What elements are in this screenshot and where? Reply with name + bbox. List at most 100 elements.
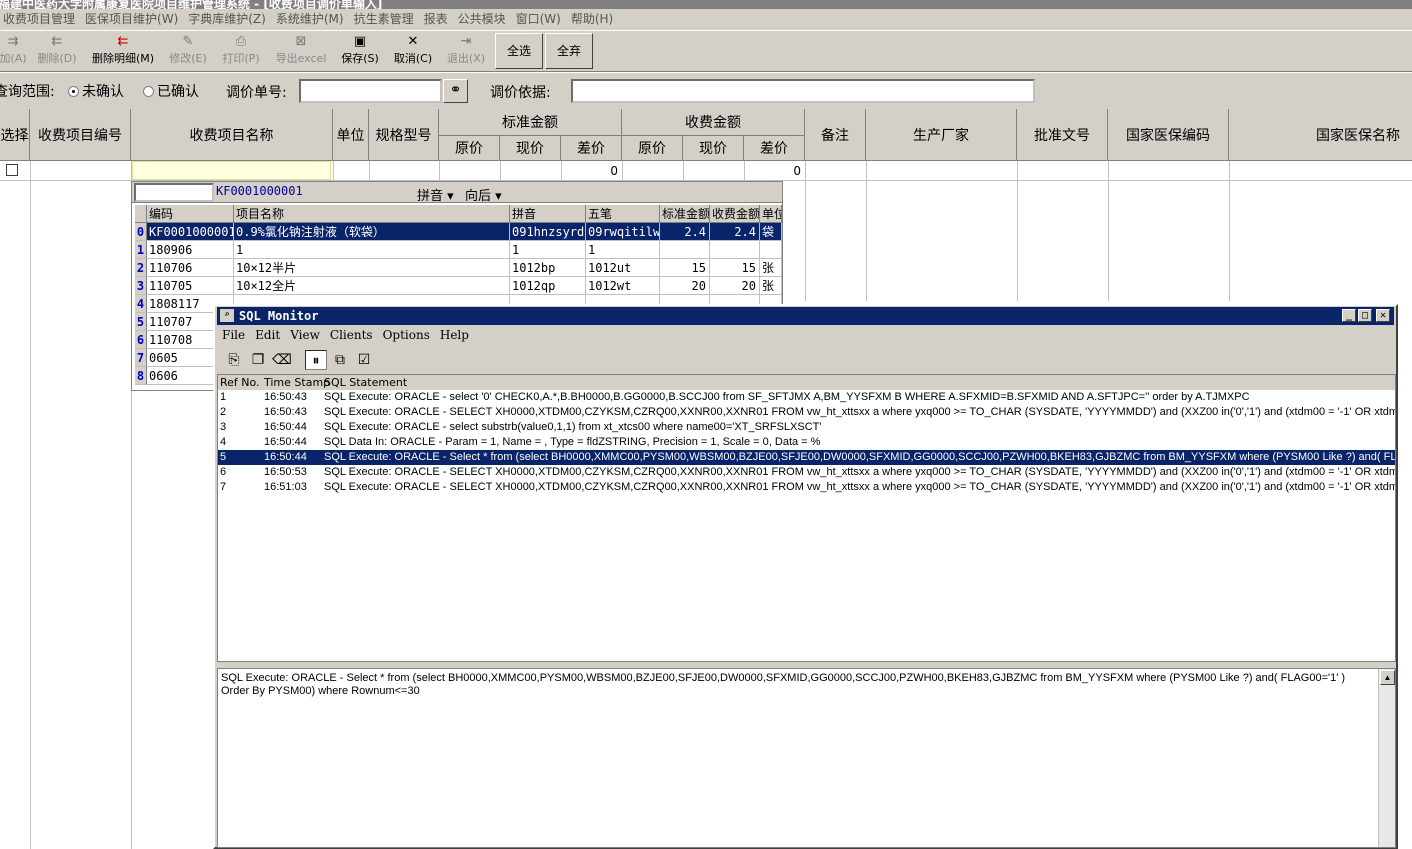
col-item-name[interactable]: 收费项目名称 [131,109,333,161]
col-time-stamp[interactable]: Time Stamp [264,375,330,390]
sql-log-row[interactable]: 5 16:50:44 SQL Execute: ORACLE - Select * … [218,450,1395,465]
window-title-bar: 福建中医药大学附属康复医院项目维护管理系统 - [收费项目调价单输入] [0,0,1412,9]
sql-log-ref: 7 [220,481,227,493]
confirmed-radio[interactable]: 已确认 [143,81,199,101]
delete-detail-button[interactable]: ⇇ 删除明细(M) [86,34,160,70]
export-excel-button[interactable]: ⊠ 导出excel [270,34,332,70]
lookup-cell-unit: 张 [760,259,782,277]
basis-input[interactable] [571,79,1035,103]
order-no-input[interactable] [299,79,442,103]
sql-menu-view[interactable]: View [285,326,325,344]
sort-dropdown[interactable]: 拼音 ▾ [417,185,454,204]
sql-log-row[interactable]: 4 16:50:44 SQL Data In: ORACLE - Param = 1… [218,435,1395,450]
col-std-orig[interactable]: 原价 [439,136,500,161]
sql-log-row[interactable]: 6 16:50:53 SQL Execute: ORACLE - SELECT XH… [218,465,1395,480]
lookup-search-input[interactable] [134,183,214,202]
select-all-button[interactable]: 全选 [495,33,543,69]
save-button[interactable]: ▣ 保存(S) [336,34,384,70]
lookup-row-index: 7 [135,349,147,367]
menu-help[interactable]: 帮助(H) [566,9,618,28]
sql-log-row[interactable]: 2 16:50:43 SQL Execute: ORACLE - SELECT XH… [218,405,1395,420]
menu-system[interactable]: 系统维护(M) [271,9,349,28]
lookup-cell-name: 1 [234,241,510,259]
exit-door-icon: ⇥ [460,34,472,49]
window-icon[interactable]: ⧉ [329,350,351,370]
col-spec[interactable]: 规格型号 [369,109,439,161]
col-approval-no[interactable]: 批准文号 [1017,109,1108,161]
menu-antibiotics[interactable]: 抗生素管理 [349,9,419,28]
clear-icon[interactable]: ⌫ [271,350,293,370]
print-button[interactable]: ⎙ 打印(P) [218,34,264,70]
lookup-col-wubi: 五笔 [586,205,660,223]
close-icon: ✕ [407,34,419,49]
sql-monitor-window: ⌕ SQL Monitor _ □ ✕ File Edit View Clients O… [213,304,1398,849]
sql-menu-edit[interactable]: Edit [250,326,285,344]
deselect-all-button[interactable]: 全弃 [545,33,593,69]
radio-unchecked-icon [143,86,154,97]
sql-menu-options[interactable]: Options [378,326,435,344]
col-fee-cur[interactable]: 现价 [683,136,744,161]
sql-log-row[interactable]: 3 16:50:44 SQL Execute: ORACLE - select su… [218,420,1395,435]
col-std-diff[interactable]: 差价 [561,136,622,161]
delete-button[interactable]: ⇇ 删除(D) [34,34,80,70]
sql-menu-help[interactable]: Help [435,326,474,344]
col-ref-no[interactable]: Ref No. [220,375,260,390]
maximize-icon[interactable]: □ [1358,309,1372,322]
pause-icon[interactable]: ⏸ [305,350,327,370]
cancel-button[interactable]: ✕ 取消(C) [388,34,438,70]
lookup-cell-unit [760,241,782,259]
menu-charge-items[interactable]: 收费项目管理 [0,9,80,28]
sql-log-ref: 2 [220,406,227,418]
modify-button[interactable]: ✎ 修改(E) [164,34,212,70]
radio-checked-icon [68,86,79,97]
sql-detail-text[interactable]: SQL Execute: ORACLE - Select * from (sel… [217,668,1396,848]
copy-icon[interactable]: ❐ [247,350,269,370]
lookup-cell-fee [710,241,760,259]
sql-log-row[interactable]: 1 16:50:43 SQL Execute: ORACLE - select '0… [218,390,1395,405]
direction-dropdown[interactable]: 向后 ▾ [465,185,502,204]
checklist-icon[interactable]: ☑ [353,350,375,370]
sql-monitor-title-bar[interactable]: ⌕ SQL Monitor _ □ ✕ [217,307,1394,325]
add-button[interactable]: ⇉ 加(A) [0,34,32,70]
menu-window[interactable]: 窗口(W) [511,9,566,28]
sql-menu-clients[interactable]: Clients [325,326,378,344]
row-select-checkbox[interactable] [6,164,18,176]
sql-log-stmt: SQL Execute: ORACLE - select '0' CHECK0,… [324,391,1250,403]
exit-button[interactable]: ⇥ 退出(X) [442,34,490,70]
menu-public-modules[interactable]: 公共模块 [453,9,511,28]
lookup-row-index: 6 [135,331,147,349]
col-insurance-name[interactable]: 国家医保名称 [1229,109,1412,161]
col-unit[interactable]: 单位 [333,109,369,161]
col-remark[interactable]: 备注 [805,109,866,161]
col-item-code[interactable]: 收费项目编号 [30,109,131,161]
delete-detail-icon: ⇇ [117,34,129,49]
col-fee-orig[interactable]: 原价 [622,136,683,161]
col-manufacturer[interactable]: 生产厂家 [866,109,1017,161]
lookup-cell-code: 110705 [147,277,234,295]
sql-log-row[interactable]: 7 16:51:03 SQL Execute: ORACLE - SELECT XH… [218,480,1395,495]
save-log-icon[interactable]: ⎘ [223,350,245,370]
lookup-cell-fee: 2.4 [710,223,760,241]
item-name-editor[interactable] [132,161,331,180]
sql-log-ref: 6 [220,466,227,478]
unconfirmed-radio[interactable]: 未确认 [68,81,124,101]
col-insurance-code[interactable]: 国家医保编码 [1108,109,1229,161]
col-sql-statement[interactable]: SQL Statement [324,375,407,390]
minimize-icon[interactable]: _ [1342,309,1356,322]
menu-reports[interactable]: 报表 [419,9,453,28]
close-icon[interactable]: ✕ [1376,309,1390,322]
fee-diff-cell: 0 [793,164,801,178]
col-fee-diff[interactable]: 差价 [744,136,805,161]
binoculars-icon[interactable]: ⚭ [443,79,468,103]
scroll-up-icon[interactable]: ▲ [1380,670,1395,685]
detail-scrollbar[interactable]: ▲ [1378,669,1395,847]
sql-menu-file[interactable]: File [217,326,250,344]
lookup-row-index: 2 [135,259,147,277]
menu-insurance-items[interactable]: 医保项目维护(W) [80,9,183,28]
col-select[interactable]: 选择 [0,109,30,161]
col-std-cur[interactable]: 现价 [500,136,561,161]
menu-dictionary[interactable]: 字典库维护(Z) [183,9,271,28]
lookup-cell-unit: 张 [760,277,782,295]
chevron-down-icon: ▾ [495,189,502,204]
delete-icon: ⇇ [51,34,63,49]
